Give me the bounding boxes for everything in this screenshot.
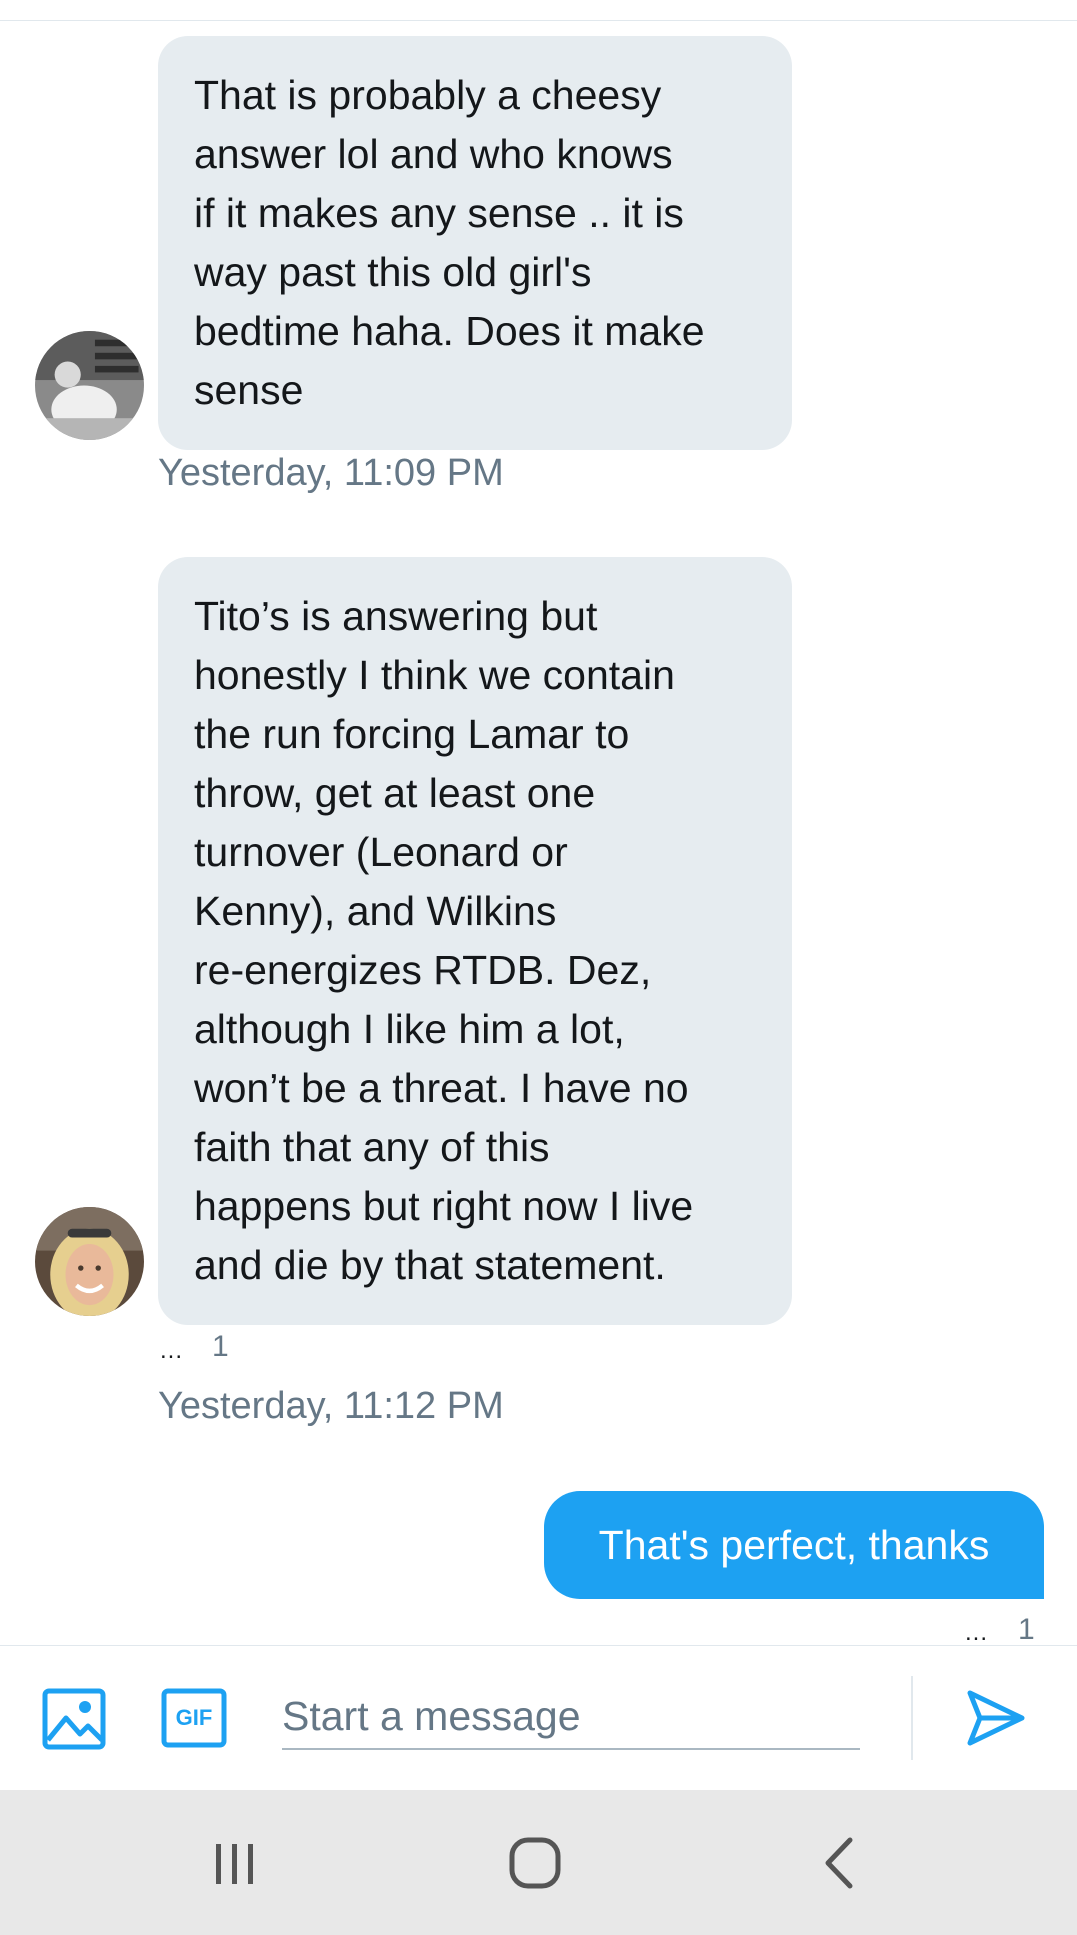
- recents-button[interactable]: [180, 1790, 290, 1935]
- avatar[interactable]: [35, 1207, 144, 1316]
- top-divider: [0, 20, 1077, 21]
- message-line: happens but right now I live: [194, 1183, 694, 1229]
- message-line: Kenny), and Wilkins: [194, 888, 557, 934]
- reaction-dots[interactable]: ...: [160, 1337, 183, 1365]
- message-line: way past this old girl's: [194, 249, 592, 295]
- message-timestamp: Yesterday, 11:09 PM: [158, 452, 504, 494]
- avatar[interactable]: [35, 331, 144, 440]
- message-timestamp: Yesterday, 11:12 PM: [158, 1385, 504, 1427]
- send-button[interactable]: [964, 1687, 1026, 1749]
- recents-icon: [216, 1843, 253, 1884]
- avatar-photo: [35, 1207, 144, 1316]
- message-line: and die by that statement.: [194, 1242, 666, 1288]
- home-button[interactable]: [480, 1790, 590, 1935]
- message-line: That is probably a cheesy: [194, 72, 662, 118]
- message-line: if it makes any sense .. it is: [194, 190, 684, 236]
- system-navigation-bar: [0, 1790, 1077, 1935]
- back-button[interactable]: [785, 1790, 895, 1935]
- back-icon: [825, 1837, 853, 1888]
- message-bubble-incoming[interactable]: Tito’s is answering but honestly I think…: [158, 557, 792, 1325]
- message-line: the run forcing Lamar to: [194, 711, 630, 757]
- message-line: bedtime haha. Does it make: [194, 308, 705, 354]
- reaction-dots[interactable]: ...: [965, 1619, 988, 1647]
- message-line: sense: [194, 367, 304, 413]
- message-bubble-incoming[interactable]: That is probably a cheesy answer lol and…: [158, 36, 792, 450]
- message-line: although I like him a lot,: [194, 1006, 625, 1052]
- message-bubble-outgoing[interactable]: That's perfect, thanks: [544, 1491, 1044, 1599]
- message-line: faith that any of this: [194, 1124, 550, 1170]
- message-line: Tito’s is answering but: [194, 593, 598, 639]
- send-icon: [967, 1690, 1025, 1746]
- message-line: re-energizes RTDB. Dez,: [194, 947, 652, 993]
- message-line: honestly I think we contain: [194, 652, 675, 698]
- reaction-count: 1: [212, 1330, 229, 1363]
- message-line: turnover (Leonard or: [194, 829, 568, 875]
- message-composer: GIF: [0, 1645, 1077, 1790]
- message-line: throw, get at least one: [194, 770, 596, 816]
- home-icon: [509, 1837, 561, 1888]
- message-line: won’t be a threat. I have no: [194, 1065, 689, 1111]
- composer-divider: [911, 1676, 913, 1760]
- gif-button[interactable]: GIF: [161, 1688, 227, 1748]
- message-input[interactable]: [282, 1684, 860, 1750]
- gif-label: GIF: [175, 1705, 213, 1730]
- avatar-photo: [35, 331, 144, 440]
- image-icon[interactable]: [42, 1688, 106, 1750]
- reaction-count: 1: [1018, 1613, 1035, 1646]
- message-line: answer lol and who knows: [194, 131, 673, 177]
